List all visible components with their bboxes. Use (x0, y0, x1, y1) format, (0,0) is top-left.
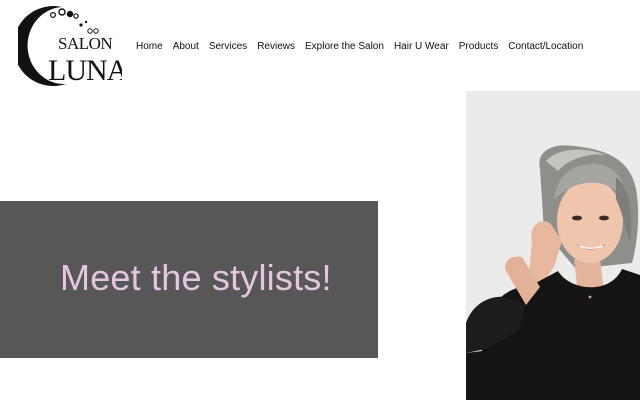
hero-heading: Meet the stylists! (60, 257, 332, 298)
nav-item-contact-location[interactable]: Contact/Location (508, 40, 583, 54)
crescent-moon-logo-icon: SALON LUNA (18, 6, 122, 87)
nav-item-reviews[interactable]: Reviews (257, 40, 295, 54)
stylist-portrait-image (466, 91, 640, 400)
salon-luna-logo[interactable]: SALON LUNA (18, 4, 122, 88)
nav-item-products[interactable]: Products (459, 40, 498, 54)
main-nav: Home About Services Reviews Explore the … (136, 40, 583, 54)
logo-luna-text: LUNA (48, 54, 122, 87)
nav-item-hair-u-wear[interactable]: Hair U Wear (394, 40, 449, 54)
nav-item-explore-the-salon[interactable]: Explore the Salon (305, 40, 384, 54)
logo-salon-text: SALON (58, 34, 112, 53)
nav-item-home[interactable]: Home (136, 40, 163, 54)
nav-item-about[interactable]: About (173, 40, 199, 54)
stylist-photo (466, 91, 640, 400)
nav-item-services[interactable]: Services (209, 40, 247, 54)
